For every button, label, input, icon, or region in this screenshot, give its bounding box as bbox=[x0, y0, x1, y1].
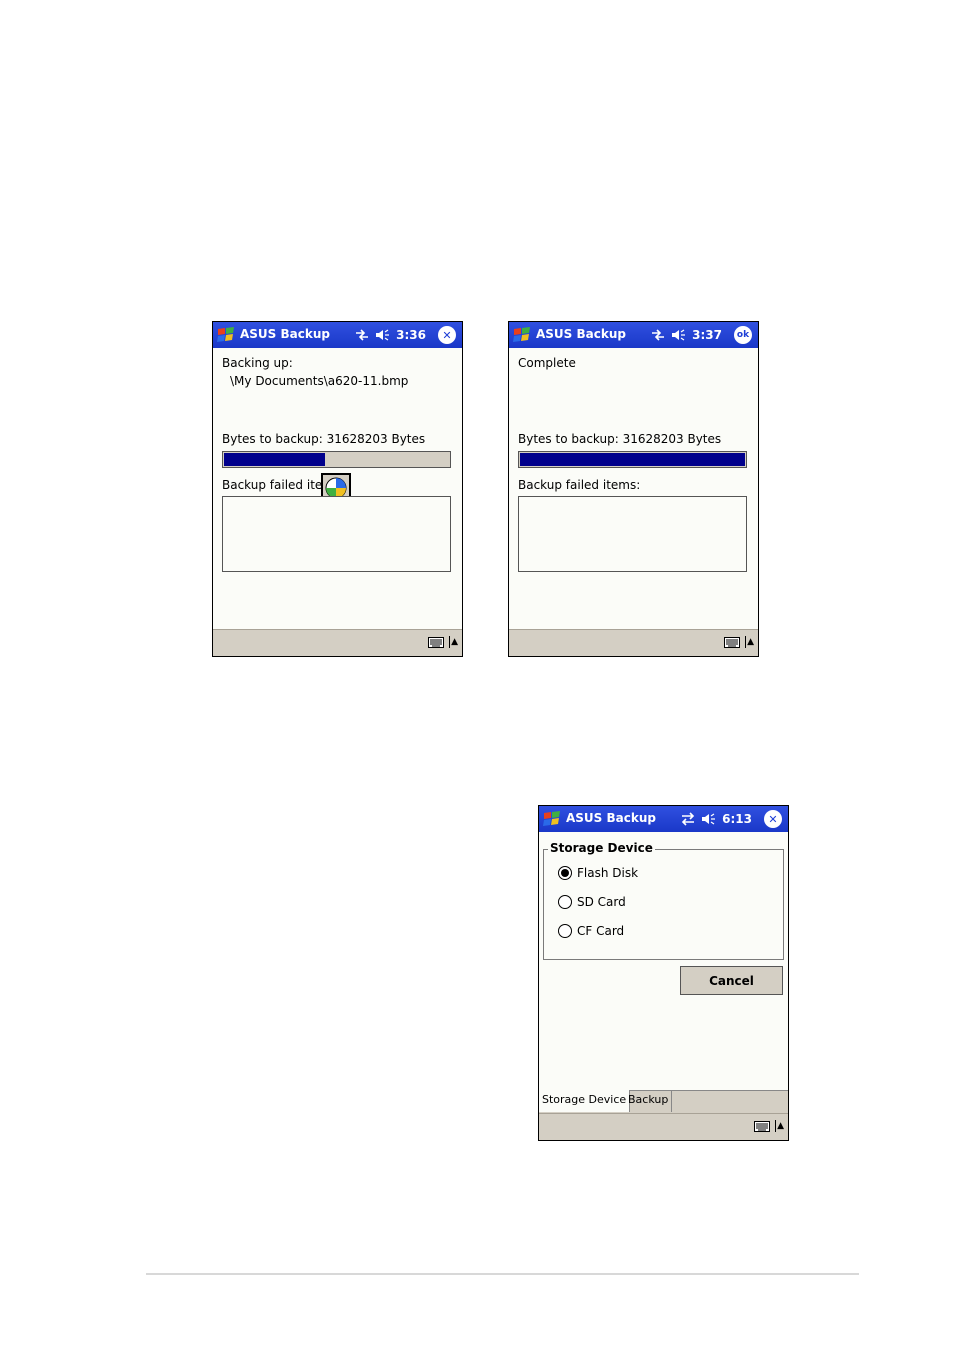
file-path: \My Documents\a620-11.bmp bbox=[230, 374, 409, 388]
windows-logo-icon[interactable] bbox=[542, 809, 562, 829]
app-title: ASUS Backup bbox=[566, 811, 656, 825]
speaker-icon[interactable] bbox=[670, 328, 686, 342]
group-title: Storage Device bbox=[548, 841, 655, 855]
option-label: SD Card bbox=[577, 895, 626, 909]
failed-items-list[interactable] bbox=[222, 496, 451, 572]
progress-bar bbox=[222, 451, 451, 468]
speaker-icon[interactable] bbox=[700, 812, 716, 826]
tab-backup[interactable]: Backup bbox=[625, 1090, 673, 1112]
connectivity-icon[interactable] bbox=[354, 328, 370, 342]
close-icon[interactable]: ✕ bbox=[438, 326, 456, 344]
progress-fill bbox=[224, 453, 326, 466]
keyboard-icon[interactable] bbox=[428, 637, 444, 648]
title-bar: ASUS Backup 6:13 ✕ bbox=[539, 806, 788, 832]
progress-fill bbox=[520, 453, 745, 466]
clock[interactable]: 6:13 bbox=[722, 812, 752, 826]
backup-progress-screen: ASUS Backup 3:36 ✕ Backing up: \My Docum… bbox=[212, 321, 463, 657]
progress-bar bbox=[518, 451, 747, 468]
option-label: Flash Disk bbox=[577, 866, 639, 880]
radio-selected-dot bbox=[561, 869, 569, 877]
option-label: CF Card bbox=[577, 924, 625, 938]
failed-items-label: Backup failed iter bbox=[222, 478, 328, 492]
status-label: Complete bbox=[518, 356, 576, 370]
sip-arrow-icon[interactable]: ▲ bbox=[775, 1120, 784, 1132]
radio-button[interactable] bbox=[558, 866, 572, 880]
windows-logo-icon[interactable] bbox=[512, 325, 532, 345]
radio-flash-disk[interactable]: Flash Disk bbox=[558, 866, 638, 880]
clock[interactable]: 3:37 bbox=[692, 328, 722, 342]
keyboard-icon[interactable] bbox=[724, 637, 740, 648]
title-bar: ASUS Backup 3:36 ✕ bbox=[213, 322, 462, 348]
footer-divider bbox=[146, 1273, 859, 1275]
backing-up-label: Backing up: bbox=[222, 356, 293, 370]
bytes-label: Bytes to backup: 31628203 Bytes bbox=[518, 432, 722, 446]
title-bar: ASUS Backup 3:37 ok bbox=[509, 322, 758, 348]
speaker-icon[interactable] bbox=[374, 328, 390, 342]
app-title: ASUS Backup bbox=[536, 327, 626, 341]
close-icon[interactable]: ✕ bbox=[764, 810, 782, 828]
command-bar: ▲ bbox=[213, 629, 462, 656]
radio-button[interactable] bbox=[558, 895, 572, 909]
sip-arrow-icon[interactable]: ▲ bbox=[449, 636, 458, 648]
connectivity-icon[interactable] bbox=[650, 328, 666, 342]
tab-strip: Storage Device Backup bbox=[539, 1090, 788, 1113]
radio-cf-card[interactable]: CF Card bbox=[558, 924, 624, 938]
command-bar: ▲ bbox=[509, 629, 758, 656]
windows-logo-icon[interactable] bbox=[216, 325, 236, 345]
keyboard-icon[interactable] bbox=[754, 1121, 770, 1132]
radio-sd-card[interactable]: SD Card bbox=[558, 895, 626, 909]
app-title: ASUS Backup bbox=[240, 327, 330, 341]
command-bar: ▲ bbox=[539, 1113, 788, 1140]
failed-items-label: Backup failed items: bbox=[518, 478, 641, 492]
sync-icon[interactable] bbox=[680, 812, 696, 826]
storage-device-group: Storage Device Flash Disk SD Card CF Car… bbox=[543, 841, 784, 960]
ok-button[interactable]: ok bbox=[734, 326, 752, 344]
failed-items-list[interactable] bbox=[518, 496, 747, 572]
sip-arrow-icon[interactable]: ▲ bbox=[745, 636, 754, 648]
bytes-label: Bytes to backup: 31628203 Bytes bbox=[222, 432, 426, 446]
radio-button[interactable] bbox=[558, 924, 572, 938]
clock[interactable]: 3:36 bbox=[396, 328, 426, 342]
storage-device-screen: ASUS Backup 6:13 ✕ Storage Device Flash … bbox=[538, 805, 789, 1141]
tab-storage-device[interactable]: Storage Device bbox=[539, 1090, 631, 1112]
backup-complete-screen: ASUS Backup 3:37 ok Complete Bytes to ba… bbox=[508, 321, 759, 657]
cancel-button[interactable]: Cancel bbox=[680, 966, 783, 995]
